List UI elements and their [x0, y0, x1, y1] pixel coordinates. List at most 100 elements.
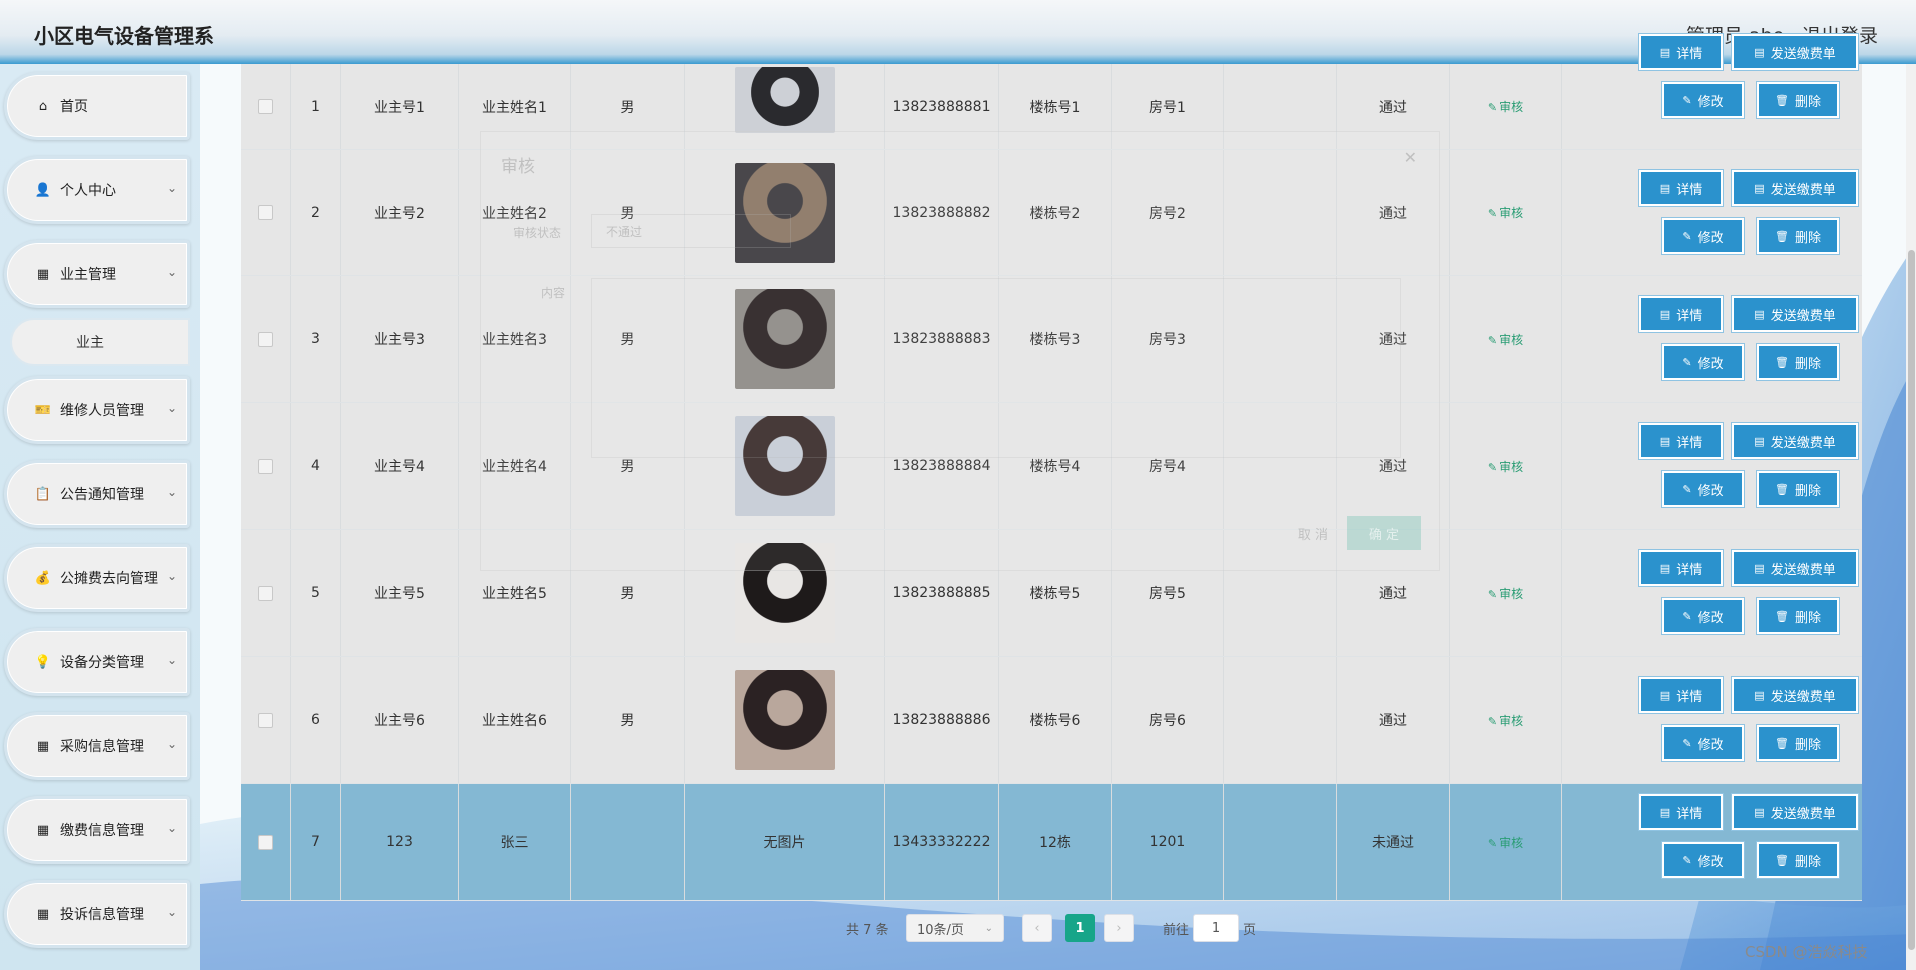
- send-bill-button[interactable]: ▤ 发送缴费单: [1734, 36, 1856, 68]
- audit-cell: ✎ 审核: [1450, 64, 1562, 149]
- delete-button[interactable]: 🗑 删除: [1759, 600, 1837, 632]
- edit-button[interactable]: ✎ 修改: [1664, 220, 1742, 252]
- detail-button[interactable]: ▤ 详情: [1641, 36, 1721, 68]
- send-bill-button[interactable]: ▤ 发送缴费单: [1734, 679, 1856, 711]
- delete-button[interactable]: 🗑 删除: [1759, 844, 1837, 876]
- document-icon: ▤: [1754, 434, 1765, 448]
- audit-label: 审核: [1499, 713, 1524, 728]
- edit-pen-icon: ✎: [1487, 207, 1498, 220]
- detail-button[interactable]: ▤ 详情: [1641, 425, 1721, 457]
- prev-page-button[interactable]: ‹: [1022, 914, 1052, 942]
- sidebar-item-7[interactable]: ▦ 采购信息管理 ⌄: [4, 712, 190, 780]
- sidebar-item-4[interactable]: 📋 公告通知管理 ⌄: [4, 460, 190, 528]
- audit-link[interactable]: ✎ 审核: [1488, 712, 1523, 729]
- delete-button[interactable]: 🗑 删除: [1759, 346, 1837, 378]
- page-number-active[interactable]: 1: [1065, 914, 1095, 942]
- edit-button[interactable]: ✎ 修改: [1664, 84, 1742, 116]
- audit-link[interactable]: ✎ 审核: [1488, 458, 1523, 475]
- edit-icon: ✎: [1682, 853, 1692, 867]
- audit-status-select[interactable]: 不通过: [591, 214, 791, 248]
- detail-button[interactable]: ▤ 详情: [1641, 298, 1721, 330]
- owner-name-cell: 业主姓名6: [459, 657, 571, 783]
- next-page-button[interactable]: ›: [1104, 914, 1134, 942]
- operations-cell: ▤ 详情 ▤ 发送缴费单 ✎ 修改 🗑 删除: [1562, 530, 1862, 656]
- document-icon: ▤: [1659, 561, 1671, 575]
- sidebar-item-2[interactable]: ▦ 业主管理 ⌄: [4, 240, 190, 308]
- delete-button-label: 删除: [1794, 854, 1821, 870]
- trash-icon: 🗑: [1775, 482, 1789, 496]
- row-checkbox[interactable]: [258, 458, 273, 474]
- row-checkbox[interactable]: [258, 585, 273, 601]
- sidebar-subitem-label: 业主: [76, 335, 104, 351]
- row-checkbox-cell: [241, 657, 291, 783]
- trash-icon: 🗑: [1775, 609, 1789, 623]
- audit-link[interactable]: ✎ 审核: [1488, 98, 1523, 115]
- operations-cell: ▤ 详情 ▤ 发送缴费单 ✎ 修改 🗑 删除: [1562, 403, 1862, 529]
- edit-button[interactable]: ✎ 修改: [1664, 346, 1742, 378]
- page-size-select[interactable]: 10条/页 ⌄: [906, 914, 1004, 942]
- row-checkbox[interactable]: [258, 205, 273, 220]
- cancel-button[interactable]: 取 消: [1281, 516, 1345, 550]
- sidebar-item-label: 业主管理: [60, 267, 116, 283]
- edit-button-label: 修改: [1697, 854, 1724, 870]
- sidebar-subitem-owner[interactable]: 业主: [10, 318, 190, 366]
- index-cell: 3: [291, 276, 341, 402]
- table-row[interactable]: 6 业主号6 业主姓名6 男 13823888886 楼栋号6 房号6 通过 ✎ 审核 ▤ 详情 ▤ 发送…: [241, 657, 1862, 784]
- building-cell: 楼栋号6: [999, 657, 1112, 783]
- row-checkbox[interactable]: [258, 712, 273, 728]
- table-row[interactable]: 7 123 张三 无图片 13433332222 12栋 1201 未通过 ✎ 审核 ▤ 详情 ▤ 发送缴…: [241, 784, 1862, 901]
- confirm-button[interactable]: 确 定: [1347, 516, 1421, 550]
- operations-cell: ▤ 详情 ▤ 发送缴费单 ✎ 修改 🗑 删除: [1562, 657, 1862, 783]
- audit-link[interactable]: ✎ 审核: [1488, 585, 1523, 602]
- photo-cell: 无图片: [685, 784, 885, 900]
- sidebar-item-5[interactable]: 💰 公摊费去向管理 ⌄: [4, 544, 190, 612]
- edit-button[interactable]: ✎ 修改: [1664, 600, 1742, 632]
- vertical-scrollbar-thumb[interactable]: [1908, 250, 1915, 950]
- delete-button-label: 删除: [1794, 610, 1821, 626]
- delete-button[interactable]: 🗑 删除: [1759, 84, 1837, 116]
- operations-cell: ▤ 详情 ▤ 发送缴费单 ✎ 修改 🗑 删除: [1562, 150, 1862, 275]
- content-textarea[interactable]: [591, 278, 1401, 458]
- trash-icon: 🗑: [1775, 355, 1789, 369]
- edit-button[interactable]: ✎ 修改: [1664, 473, 1742, 505]
- edit-button[interactable]: ✎ 修改: [1664, 844, 1742, 876]
- owner-no-cell: 业主号2: [341, 150, 459, 275]
- sidebar-item-0[interactable]: ⌂ 首页: [4, 72, 190, 140]
- audit-link[interactable]: ✎ 审核: [1488, 834, 1523, 851]
- index-cell: 2: [291, 150, 341, 275]
- send-bill-button[interactable]: ▤ 发送缴费单: [1734, 552, 1856, 584]
- delete-button[interactable]: 🗑 删除: [1759, 473, 1837, 505]
- row-checkbox[interactable]: [258, 834, 273, 850]
- edit-button[interactable]: ✎ 修改: [1664, 727, 1742, 759]
- delete-button[interactable]: 🗑 删除: [1759, 727, 1837, 759]
- send-bill-button-label: 发送缴费单: [1770, 435, 1836, 451]
- close-icon[interactable]: ✕: [1404, 148, 1417, 167]
- sidebar-item-3[interactable]: 🎫 维修人员管理 ⌄: [4, 376, 190, 444]
- detail-button[interactable]: ▤ 详情: [1641, 172, 1721, 204]
- send-bill-button[interactable]: ▤ 发送缴费单: [1734, 172, 1856, 204]
- goto-page-input[interactable]: 1: [1193, 914, 1239, 942]
- row-checkbox-cell: [241, 64, 291, 149]
- detail-button[interactable]: ▤ 详情: [1641, 552, 1721, 584]
- audit-link[interactable]: ✎ 审核: [1488, 204, 1523, 221]
- chevron-down-icon: ⌄: [166, 737, 177, 751]
- send-bill-button[interactable]: ▤ 发送缴费单: [1734, 298, 1856, 330]
- sidebar-item-8[interactable]: ▦ 缴费信息管理 ⌄: [4, 796, 190, 864]
- edit-pen-icon: ✎: [1487, 836, 1498, 850]
- detail-button[interactable]: ▤ 详情: [1641, 679, 1721, 711]
- row-checkbox[interactable]: [258, 99, 273, 114]
- operations-cell: ▤ 详情 ▤ 发送缴费单 ✎ 修改 🗑 删除: [1562, 784, 1862, 900]
- sidebar-item-9[interactable]: ▦ 投诉信息管理 ⌄: [4, 880, 190, 948]
- document-icon: ▤: [1659, 805, 1671, 819]
- row-checkbox[interactable]: [258, 331, 273, 347]
- sidebar-item-6[interactable]: 💡 设备分类管理 ⌄: [4, 628, 190, 696]
- sidebar-item-1[interactable]: 👤 个人中心 ⌄: [4, 156, 190, 224]
- send-bill-button[interactable]: ▤ 发送缴费单: [1734, 425, 1856, 457]
- edit-icon: ✎: [1682, 229, 1692, 243]
- delete-button[interactable]: 🗑 删除: [1759, 220, 1837, 252]
- detail-button[interactable]: ▤ 详情: [1641, 796, 1721, 828]
- trash-icon: 🗑: [1775, 93, 1789, 107]
- audit-link[interactable]: ✎ 审核: [1488, 331, 1523, 348]
- send-bill-button[interactable]: ▤ 发送缴费单: [1734, 796, 1856, 828]
- edit-button-label: 修改: [1697, 94, 1724, 110]
